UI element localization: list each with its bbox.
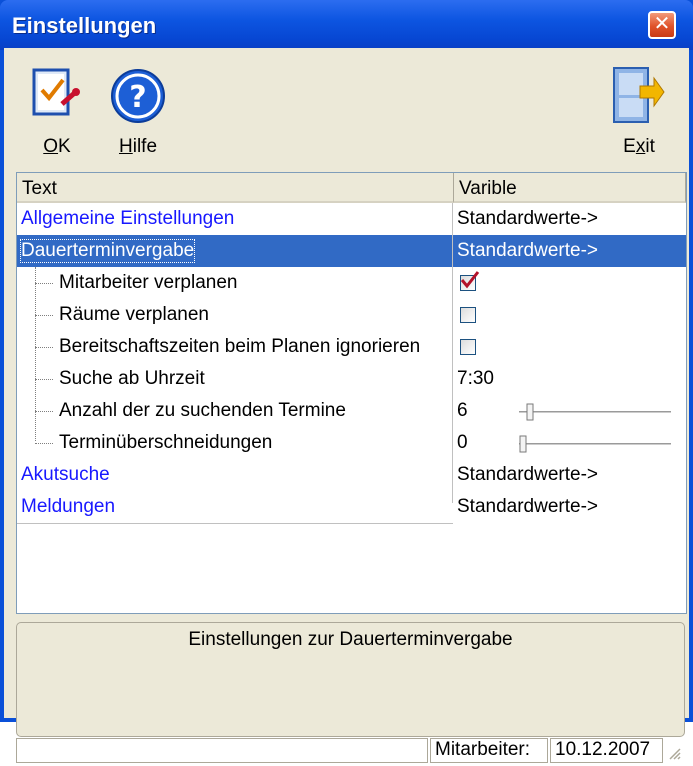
time-value[interactable]: 7:30	[457, 368, 494, 390]
row-label: Dauerterminvergabe	[19, 239, 196, 263]
help-mnemonic: H	[118, 136, 133, 157]
row-label: Anzahl der zu suchenden Termine	[59, 400, 346, 421]
status-pane-date: 10.12.2007	[550, 738, 663, 763]
row-label: Räume verplanen	[59, 304, 209, 325]
tree-row-raeume[interactable]: Räume verplanen	[17, 299, 686, 331]
description-text: Einstellungen zur Dauerterminvergabe	[188, 629, 513, 650]
grid-bottom-line	[17, 523, 453, 524]
tree-row-suche-ab[interactable]: Suche ab Uhrzeit 7:30	[17, 363, 686, 395]
slider-thumb[interactable]	[526, 403, 534, 421]
row-label: Terminüberschneidungen	[59, 432, 273, 453]
tree-row-allgemeine[interactable]: Allgemeine Einstellungen Standardwerte->	[17, 203, 686, 235]
row-label: Allgemeine Einstellungen	[21, 208, 235, 229]
tree-row-akutsuche[interactable]: Akutsuche Standardwerte->	[17, 459, 686, 491]
checklist-icon	[32, 68, 80, 116]
close-button[interactable]: ✕	[648, 11, 676, 39]
ueberschneidungen-slider[interactable]	[515, 427, 675, 459]
exit-door-icon	[613, 67, 665, 123]
window-title: Einstellungen	[12, 13, 157, 38]
exit-label-post: it	[645, 136, 655, 157]
count-value[interactable]: 6	[457, 400, 468, 422]
tree-branch	[35, 283, 53, 284]
exit-label-pre: E	[623, 136, 636, 157]
description-panel: Einstellungen zur Dauerterminvergabe	[16, 622, 685, 737]
anzahl-slider[interactable]	[515, 395, 675, 427]
column-separator	[452, 203, 453, 503]
row-label: Bereitschaftszeiten beim Planen ignorier…	[59, 336, 421, 357]
overlap-value[interactable]: 0	[457, 432, 468, 454]
row-label: Akutsuche	[21, 464, 110, 485]
raeume-checkbox[interactable]	[460, 307, 476, 323]
help-icon: ?	[111, 69, 165, 123]
tree-row-anzahl[interactable]: Anzahl der zu suchenden Termine 6	[17, 395, 686, 427]
settings-grid: Text Varible Allgemeine Einstellungen St…	[16, 172, 687, 614]
help-label: ilfe	[132, 136, 158, 157]
ok-label: K	[58, 136, 71, 157]
ok-button[interactable]: OK	[22, 56, 92, 157]
status-bar: Mitarbeiter: 10.12.2007	[16, 738, 685, 763]
bereitschaft-checkbox[interactable]	[460, 339, 476, 355]
settings-window: Einstellungen ✕ OK ? Hilfe Exit Text Var…	[0, 0, 693, 763]
row-value[interactable]: Standardwerte->	[457, 208, 598, 230]
slider-thumb[interactable]	[519, 435, 527, 453]
checkmark-icon	[460, 271, 480, 289]
row-label: Meldungen	[21, 496, 116, 517]
mitarbeiter-checkbox[interactable]	[460, 271, 480, 291]
tree-branch	[35, 379, 53, 380]
resize-grip-icon[interactable]	[667, 744, 681, 760]
tree-branch	[35, 443, 53, 444]
client-area: OK ? Hilfe Exit Text Varible Allgemeine …	[4, 48, 689, 763]
tree-branch	[35, 315, 53, 316]
close-icon: ✕	[653, 13, 671, 35]
row-value[interactable]: Standardwerte->	[457, 496, 598, 518]
column-header-text[interactable]: Text	[17, 173, 454, 203]
row-label: Mitarbeiter verplanen	[59, 272, 238, 293]
tree-row-mitarbeiter[interactable]: Mitarbeiter verplanen	[17, 267, 686, 299]
column-header-value[interactable]: Varible	[454, 173, 686, 203]
tree-branch	[35, 347, 53, 348]
help-button[interactable]: ? Hilfe	[100, 56, 176, 157]
status-pane-main	[16, 738, 428, 763]
row-value[interactable]: Standardwerte->	[457, 464, 598, 486]
title-bar: Einstellungen ✕	[0, 0, 693, 50]
tree-row-ueberschneidungen[interactable]: Terminüberschneidungen 0	[17, 427, 686, 459]
row-label: Suche ab Uhrzeit	[59, 368, 205, 389]
exit-mnemonic: x	[635, 136, 646, 157]
exit-button[interactable]: Exit	[604, 56, 674, 157]
tree-row-meldungen[interactable]: Meldungen Standardwerte->	[17, 491, 686, 523]
row-value[interactable]: Standardwerte->	[457, 240, 598, 262]
ok-mnemonic: O	[43, 136, 59, 157]
svg-text:?: ?	[129, 80, 146, 115]
status-pane-employee: Mitarbeiter:	[430, 738, 548, 763]
tree-branch	[35, 411, 53, 412]
tree-row-bereitschaft[interactable]: Bereitschaftszeiten beim Planen ignorier…	[17, 331, 686, 363]
tree-row-dauerterminvergabe[interactable]: Dauerterminvergabe Standardwerte->	[17, 235, 686, 267]
